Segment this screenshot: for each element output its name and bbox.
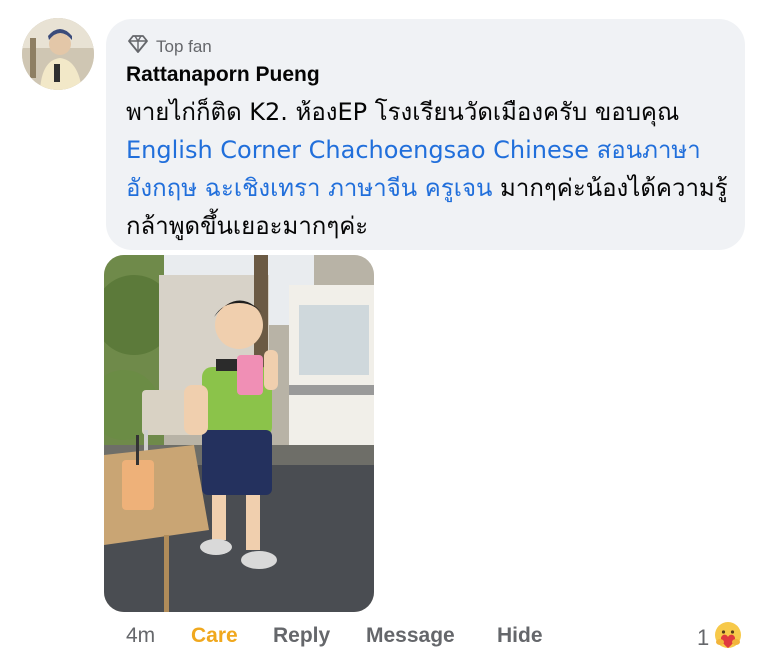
reaction-count: 1 [697, 625, 710, 650]
comment-bubble: Top fan Rattanaporn Pueng พายไก่ก็ติด K2… [106, 19, 745, 250]
avatar[interactable] [22, 18, 94, 90]
attached-photo[interactable] [104, 255, 374, 612]
avatar-image [22, 18, 94, 90]
author-name[interactable]: Rattanaporn Pueng [126, 63, 320, 87]
photo-image [104, 255, 374, 612]
comment-text: พายไก่ก็ติด K2. ห้องEP โรงเรียนวัดเมืองค… [126, 93, 736, 245]
hide-button[interactable]: Hide [497, 624, 543, 648]
care-reaction-icon [713, 620, 743, 656]
reaction-summary[interactable]: 1 [697, 620, 743, 656]
diamond-icon [128, 35, 148, 58]
message-button[interactable]: Message [366, 624, 497, 648]
reply-button[interactable]: Reply [273, 624, 366, 648]
badge-label: Top fan [156, 36, 212, 56]
comment-text-part1: พายไก่ก็ติด K2. ห้องEP โรงเรียนวัดเมืองค… [126, 98, 680, 126]
top-fan-badge[interactable]: Top fan [128, 35, 212, 58]
care-button[interactable]: Care [191, 624, 273, 648]
comment-timestamp[interactable]: 4m [126, 624, 191, 648]
comment-actions: 4m Care Reply Message Hide [126, 624, 543, 648]
